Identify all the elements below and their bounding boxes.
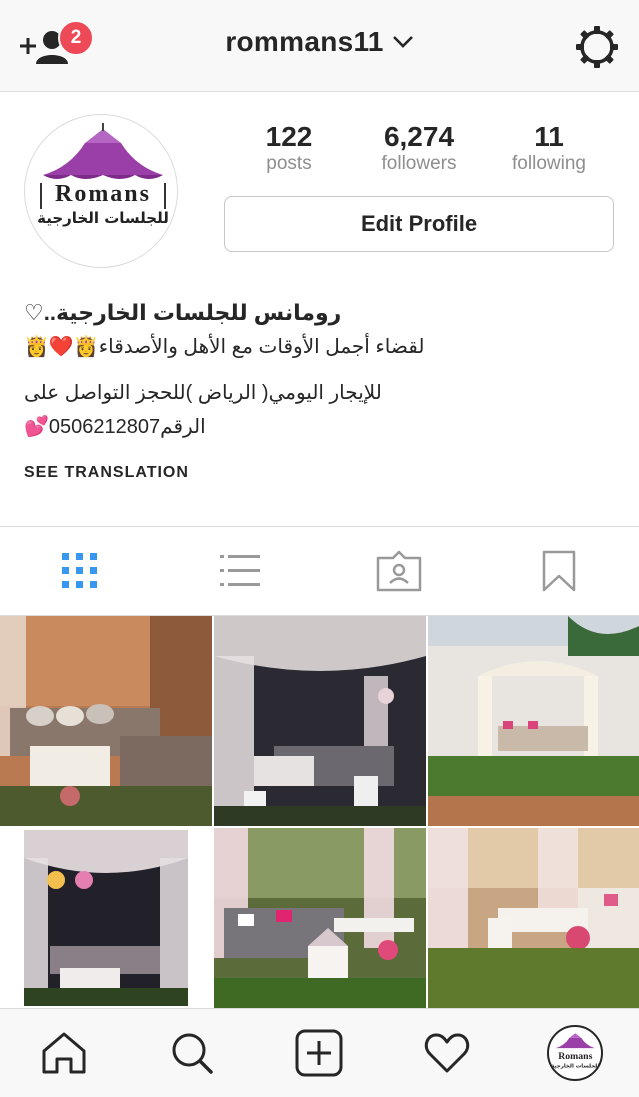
tab-tagged[interactable] — [320, 527, 480, 615]
bio-line-3[interactable]: الرقم0506212807💕 — [24, 410, 604, 444]
post-thumbnail[interactable] — [214, 828, 426, 1008]
post-image — [214, 616, 426, 826]
grid-icon — [61, 553, 97, 588]
gear-icon — [576, 26, 618, 68]
svg-text:للجلسات الخارجية: للجلسات الخارجية — [551, 1064, 599, 1070]
stat-following-value: 11 — [534, 121, 564, 152]
new-post-icon — [295, 1029, 343, 1077]
account-switcher[interactable]: rommans11 — [225, 26, 413, 58]
svg-text:للجلسات الخارجية: للجلسات الخارجية — [37, 209, 169, 227]
stat-posts-value: 122 — [265, 121, 313, 152]
stat-followers-value: 6,274 — [383, 121, 455, 152]
bio-line-1: لقضاء أجمل الأوقات مع الأهل والأصدقاء👸❤️… — [24, 336, 425, 358]
nav-activity[interactable] — [383, 1009, 511, 1097]
see-translation-link[interactable]: SEE TRANSLATION — [24, 464, 189, 482]
activity-heart-icon — [425, 1033, 470, 1073]
nav-new-post[interactable] — [256, 1009, 384, 1097]
search-icon — [172, 1033, 213, 1074]
username-label: rommans11 — [225, 26, 384, 57]
notification-badge[interactable]: 2 — [58, 20, 94, 56]
bio-display-name: رومانس للجلسات الخارجية..♡ — [24, 300, 342, 325]
profile-avatar[interactable]: Romans للجلسات الخارجية — [24, 114, 178, 268]
home-icon — [42, 1032, 86, 1074]
tab-list[interactable] — [160, 527, 320, 615]
post-image — [428, 616, 639, 826]
tab-grid[interactable] — [0, 527, 160, 615]
nav-profile[interactable]: Romans للجلسات الخارجية — [511, 1009, 639, 1097]
post-thumbnail[interactable] — [428, 616, 639, 826]
profile-stats: 122 posts 6,274 followers 11 following — [224, 122, 614, 182]
stat-posts[interactable]: 122 posts — [224, 122, 354, 182]
nav-search[interactable] — [128, 1009, 256, 1097]
profile-avatar-small: Romans للجلسات الخارجية — [547, 1025, 604, 1081]
post-image — [0, 616, 212, 826]
stat-following-label: following — [512, 153, 586, 174]
stat-followers[interactable]: 6,274 followers — [354, 122, 484, 182]
profile-tabs — [0, 526, 639, 616]
bottom-nav: Romans للجلسات الخارجية — [0, 1008, 639, 1097]
post-thumbnail[interactable] — [0, 616, 212, 826]
top-bar: 2 rommans11 — [0, 0, 639, 92]
list-icon — [219, 555, 260, 586]
tab-saved[interactable] — [479, 527, 639, 615]
post-thumbnail[interactable] — [0, 828, 212, 1008]
stat-following[interactable]: 11 following — [484, 122, 614, 182]
profile-bio: رومانس للجلسات الخارجية..♡ لقضاء أجمل ال… — [24, 296, 604, 444]
svg-text:Romans: Romans — [558, 1051, 592, 1062]
chevron-down-icon — [392, 36, 413, 48]
post-image — [428, 828, 639, 1008]
posts-grid — [0, 616, 639, 1008]
romans-logo: Romans للجلسات الخارجية — [37, 123, 169, 227]
post-thumbnail[interactable] — [428, 828, 639, 1008]
stat-followers-label: followers — [381, 153, 457, 174]
romans-logo-small: Romans للجلسات الخارجية — [551, 1033, 600, 1070]
nav-home[interactable] — [0, 1009, 128, 1097]
post-thumbnail[interactable] — [214, 616, 426, 826]
svg-text:Romans: Romans — [55, 181, 151, 207]
tagged-icon — [377, 550, 422, 592]
stat-posts-label: posts — [266, 153, 312, 174]
settings-button[interactable] — [574, 24, 620, 70]
post-image — [0, 828, 212, 1008]
bio-line-2: للإيجار اليومي( الرياض )للحجز التواصل عل… — [24, 382, 382, 404]
edit-profile-button[interactable]: Edit Profile — [224, 196, 614, 252]
bookmark-icon — [542, 550, 576, 592]
post-image — [214, 828, 426, 1008]
